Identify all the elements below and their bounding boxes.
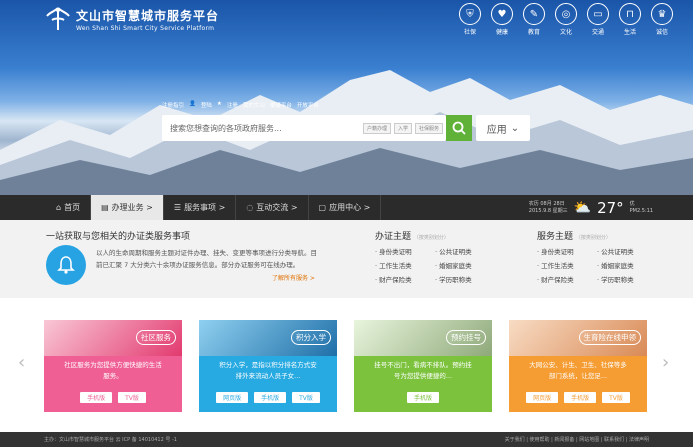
solar-date: 2015.9.8 星期三: [528, 207, 568, 214]
search-input[interactable]: 搜索您想查询的各项政府服务...: [170, 123, 363, 134]
air-quality-label: 优: [629, 200, 635, 207]
chevron-down-icon: ⌄: [510, 122, 520, 134]
topnav-item-health[interactable]: ♥ 健康: [489, 3, 515, 36]
nav-item-home[interactable]: ⌂ 首页: [46, 195, 92, 220]
footer-links[interactable]: 关于我们 | 使用帮助 | 新闻报备 | 网站地图 | 联系我们 | 法律声明: [505, 436, 649, 443]
card-school[interactable]: 积分入学 积分入学，是指以积分排名方式安排外来流动人员子女... 网页版 手机版…: [199, 320, 337, 412]
bell-icon: [46, 245, 86, 285]
doc-icon: ▤: [101, 203, 109, 212]
temperature: 27°: [597, 198, 624, 217]
car-icon: ▭: [587, 3, 609, 25]
main-nav: ⌂ 首页 ▤ 办理业务 > ☰ 服务事项 > ◌ 互动交流 > ▢ 应用中心 > 农历 0…: [0, 195, 693, 220]
mobile-version-button[interactable]: 手机版: [564, 392, 597, 403]
bag-icon: ⊓: [619, 3, 641, 25]
hero-banner: 文山市智慧城市服务平台 Wen Shan Shi Smart City Serv…: [0, 0, 693, 195]
tv-version-button[interactable]: TV版: [118, 392, 146, 403]
theme1-item[interactable]: · 工作生活类: [375, 260, 435, 270]
theme1-item[interactable]: · 财产保险类: [375, 274, 435, 284]
services-description: 以人的生命周期和服务主题对证件办理、挂失、变更等事项进行分类导航。目前已汇聚 7…: [96, 249, 317, 269]
card-image: 社区服务: [44, 320, 182, 356]
theme2-item[interactable]: · 婚姻家庭类: [597, 260, 657, 270]
nav-item-interact[interactable]: ◌ 互动交流 >: [236, 195, 309, 220]
list-icon: ☰: [173, 203, 182, 212]
theme2-item[interactable]: · 公共证明类: [597, 246, 657, 256]
card-image: 积分入学: [199, 320, 337, 356]
star-icon: ★: [216, 101, 222, 107]
theme1-item[interactable]: · 婚姻家庭类: [435, 260, 495, 270]
user-bar: 注册指引 👤 登陆 ★ 注册 我的文山 便捷平台 开放平台: [162, 101, 319, 109]
register-link[interactable]: 注册: [227, 101, 238, 109]
tv-version-button[interactable]: TV版: [602, 392, 630, 403]
cloud-sun-icon: ⛅: [573, 199, 592, 216]
theme1-item[interactable]: · 公共证明类: [435, 246, 495, 256]
card-image: 预约挂号: [354, 320, 492, 356]
theme1-item[interactable]: · 身份类证明: [375, 246, 435, 256]
footer-copyright: 主办：文山市智慧城市服务平台 云 ICP 备 14010412 号 -1: [44, 437, 177, 443]
topnav-item-social[interactable]: ⛨ 社保: [457, 3, 483, 36]
services-title: 一站获取与您相关的办证类服务事项: [46, 232, 191, 242]
card-maternity[interactable]: 生育险在线申领 大网公安、计生、卫生、社保等多部门系统，让您足... 网页版 手…: [509, 320, 647, 412]
web-version-button[interactable]: 网页版: [216, 392, 249, 403]
topnav-item-credit[interactable]: ♛ 诚信: [649, 3, 675, 36]
app-icon: ▢: [318, 203, 327, 212]
search-tag[interactable]: 户籍办理: [362, 122, 391, 134]
theme2-title: 服务主题 （按类别划分）: [537, 232, 611, 242]
trophy-icon: ♛: [651, 3, 673, 25]
globe-icon: ◎: [555, 3, 577, 25]
search-box: 搜索您想查询的各项政府服务... 户籍办理 入学 社保服务: [162, 115, 446, 141]
feature-cards: ‹ › 社区服务 社区服务为您提供方便快捷的生活服务。 手机版 TV版 积分入学…: [0, 298, 693, 432]
mobile-version-button[interactable]: 手机版: [80, 392, 113, 403]
logo-emblem-icon: [46, 7, 70, 30]
nav-item-appcenter[interactable]: ▢ 应用中心 >: [309, 195, 382, 220]
search-tag[interactable]: 入学: [393, 122, 412, 134]
shield-icon: ⛨: [459, 3, 481, 25]
all-services-link[interactable]: 了解所有服务 >: [272, 273, 315, 282]
theme1-list: · 身份类证明 · 公共证明类 · 工作生活类 · 婚姻家庭类 · 财产保险类 …: [375, 246, 495, 284]
topnav-item-life[interactable]: ⊓ 生活: [617, 3, 643, 36]
chat-icon: ◌: [246, 203, 254, 212]
topnav-item-culture[interactable]: ◎ 文化: [553, 3, 579, 36]
card-community[interactable]: 社区服务 社区服务为您提供方便快捷的生活服务。 手机版 TV版: [44, 320, 182, 412]
theme2-item[interactable]: · 学历职称类: [597, 274, 657, 284]
login-link[interactable]: 登陆: [201, 101, 212, 109]
card-appointment[interactable]: 预约挂号 挂号不出门，看病不排队。预约挂号为您提供便捷的... 手机版: [354, 320, 492, 412]
chevron-right-icon[interactable]: ›: [662, 352, 669, 373]
search-button[interactable]: [446, 115, 472, 141]
weather-widget: 农历 08月 28日 2015.9.8 星期三 ⛅ 27° 优 PM2.5:11: [529, 195, 653, 220]
pm25-value: PM2.5:11: [629, 207, 653, 214]
theme2-item[interactable]: · 工作生活类: [537, 260, 597, 270]
user-icon: 👤: [189, 101, 196, 107]
site-logo[interactable]: 文山市智慧城市服务平台 Wen Shan Shi Smart City Serv…: [44, 6, 219, 32]
open-platform-link[interactable]: 开放平台: [297, 101, 319, 109]
book-icon: ✎: [523, 3, 545, 25]
theme2-item[interactable]: · 身份类证明: [537, 246, 597, 256]
theme2-list: · 身份类证明 · 公共证明类 · 工作生活类 · 婚姻家庭类 · 财产保险类 …: [537, 246, 657, 284]
search-icon: [452, 121, 466, 135]
mobile-version-button[interactable]: 手机版: [254, 392, 287, 403]
my-wenshan-link[interactable]: 我的文山: [243, 101, 265, 109]
search-tag[interactable]: 社保服务: [414, 122, 443, 134]
nav-item-service[interactable]: ☰ 服务事项 >: [164, 195, 237, 220]
home-icon: ⌂: [56, 203, 62, 212]
heart-icon: ♥: [491, 3, 513, 25]
site-title: 文山市智慧城市服务平台: [76, 8, 220, 23]
chevron-left-icon[interactable]: ‹: [18, 352, 25, 373]
convenient-platform-link[interactable]: 便捷平台: [270, 101, 292, 109]
footer: 主办：文山市智慧城市服务平台 云 ICP 备 14010412 号 -1 关于我…: [0, 432, 693, 447]
nav-item-business[interactable]: ▤ 办理业务 >: [91, 195, 164, 220]
lunar-date: 农历 08月 28日: [528, 200, 565, 207]
mobile-version-button[interactable]: 手机版: [406, 392, 439, 403]
topnav-item-traffic[interactable]: ▭ 交通: [585, 3, 611, 36]
app-dropdown[interactable]: 应用 ⌄: [476, 115, 530, 141]
web-version-button[interactable]: 网页版: [526, 392, 559, 403]
theme2-item[interactable]: · 财产保险类: [537, 274, 597, 284]
tv-version-button[interactable]: TV版: [292, 392, 320, 403]
register-guide-link[interactable]: 注册指引: [162, 101, 184, 109]
site-subtitle: Wen Shan Shi Smart City Service Platform: [76, 24, 215, 32]
theme1-item[interactable]: · 学历职称类: [435, 274, 495, 284]
topnav-item-education[interactable]: ✎ 教育: [521, 3, 547, 36]
theme1-title: 办证主题 （按类别划分）: [375, 232, 449, 242]
card-image: 生育险在线申领: [509, 320, 647, 356]
top-category-nav: ⛨ 社保 ♥ 健康 ✎ 教育 ◎ 文化 ▭ 交通 ⊓ 生活 ♛ 诚信: [457, 3, 675, 36]
